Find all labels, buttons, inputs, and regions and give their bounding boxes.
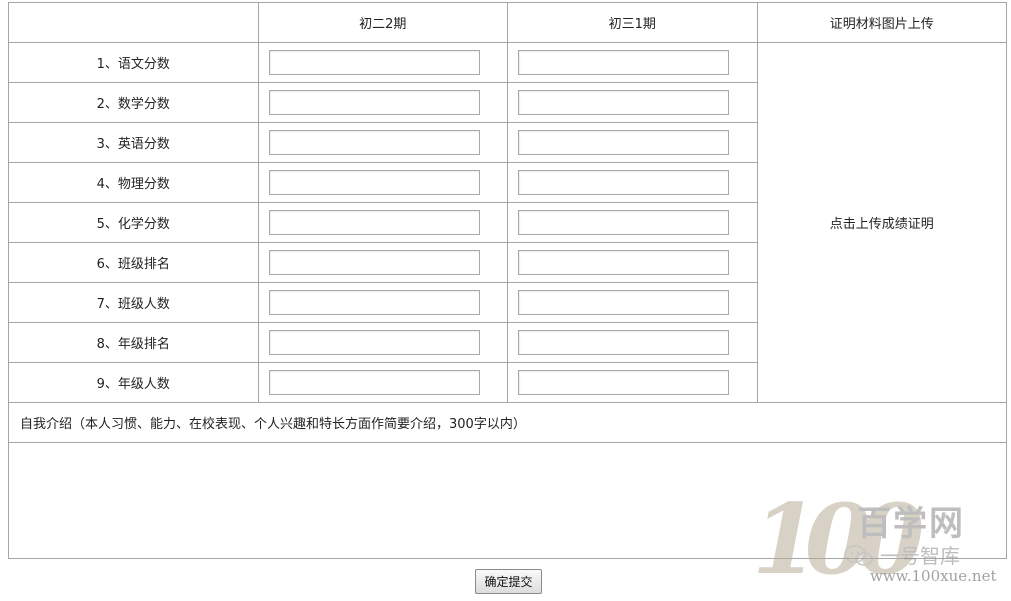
self-intro-textarea[interactable] xyxy=(9,443,1006,558)
physics-score-semester2-input[interactable] xyxy=(518,170,729,195)
grade-size-semester2-input[interactable] xyxy=(518,370,729,395)
submit-button[interactable]: 确定提交 xyxy=(475,569,542,594)
row-label: 7、班级人数 xyxy=(8,282,259,323)
row-label: 1、语文分数 xyxy=(8,42,259,83)
row-label: 8、年级排名 xyxy=(8,322,259,363)
row-label: 6、班级排名 xyxy=(8,242,259,283)
header-empty-cell xyxy=(8,2,259,43)
math-score-semester1-input[interactable] xyxy=(268,90,480,115)
grade-rank-semester2-input[interactable] xyxy=(518,330,729,355)
class-size-semester2-input[interactable] xyxy=(518,290,729,315)
chinese-score-semester1-input[interactable] xyxy=(268,50,480,75)
chinese-score-semester2-input[interactable] xyxy=(518,50,729,75)
class-size-semester1-input[interactable] xyxy=(268,290,480,315)
chemistry-score-semester1-input[interactable] xyxy=(268,210,480,235)
header-proof-upload: 证明材料图片上传 xyxy=(756,2,1007,43)
row-label: 2、数学分数 xyxy=(8,82,259,123)
grade-size-semester1-input[interactable] xyxy=(268,370,480,395)
upload-proof-label: 点击上传成绩证明 xyxy=(829,217,934,232)
self-intro-label: 自我介绍（本人习惯、能力、在校表现、个人兴趣和特长方面作简要介绍，300字以内） xyxy=(8,402,1007,443)
chemistry-score-semester2-input[interactable] xyxy=(518,210,729,235)
row-label: 5、化学分数 xyxy=(8,202,259,243)
row-label: 4、物理分数 xyxy=(8,162,259,203)
score-row-chinese: 1、语文分数 点击上传成绩证明 xyxy=(8,42,1007,403)
watermark-url: www.100xue.net xyxy=(870,567,997,585)
physics-score-semester1-input[interactable] xyxy=(268,170,480,195)
upload-proof-button[interactable]: 点击上传成绩证明 xyxy=(756,42,1007,403)
header-row: 初二2期 初三1期 证明材料图片上传 xyxy=(8,2,1007,43)
header-semester-1: 初二2期 xyxy=(257,2,508,43)
class-rank-semester2-input[interactable] xyxy=(518,250,729,275)
header-semester-2: 初三1期 xyxy=(507,2,758,43)
intro-text-row xyxy=(8,442,1007,559)
row-label: 3、英语分数 xyxy=(8,122,259,163)
row-label: 9、年级人数 xyxy=(8,362,259,403)
score-form-table: 初二2期 初三1期 证明材料图片上传 1、语文分数 点击上传成绩证明 2、数学分… xyxy=(8,2,1007,559)
class-rank-semester1-input[interactable] xyxy=(268,250,480,275)
intro-header-row: 自我介绍（本人习惯、能力、在校表现、个人兴趣和特长方面作简要介绍，300字以内） xyxy=(8,402,1007,443)
english-score-semester1-input[interactable] xyxy=(268,130,480,155)
english-score-semester2-input[interactable] xyxy=(518,130,729,155)
grade-rank-semester1-input[interactable] xyxy=(268,330,480,355)
math-score-semester2-input[interactable] xyxy=(518,90,729,115)
